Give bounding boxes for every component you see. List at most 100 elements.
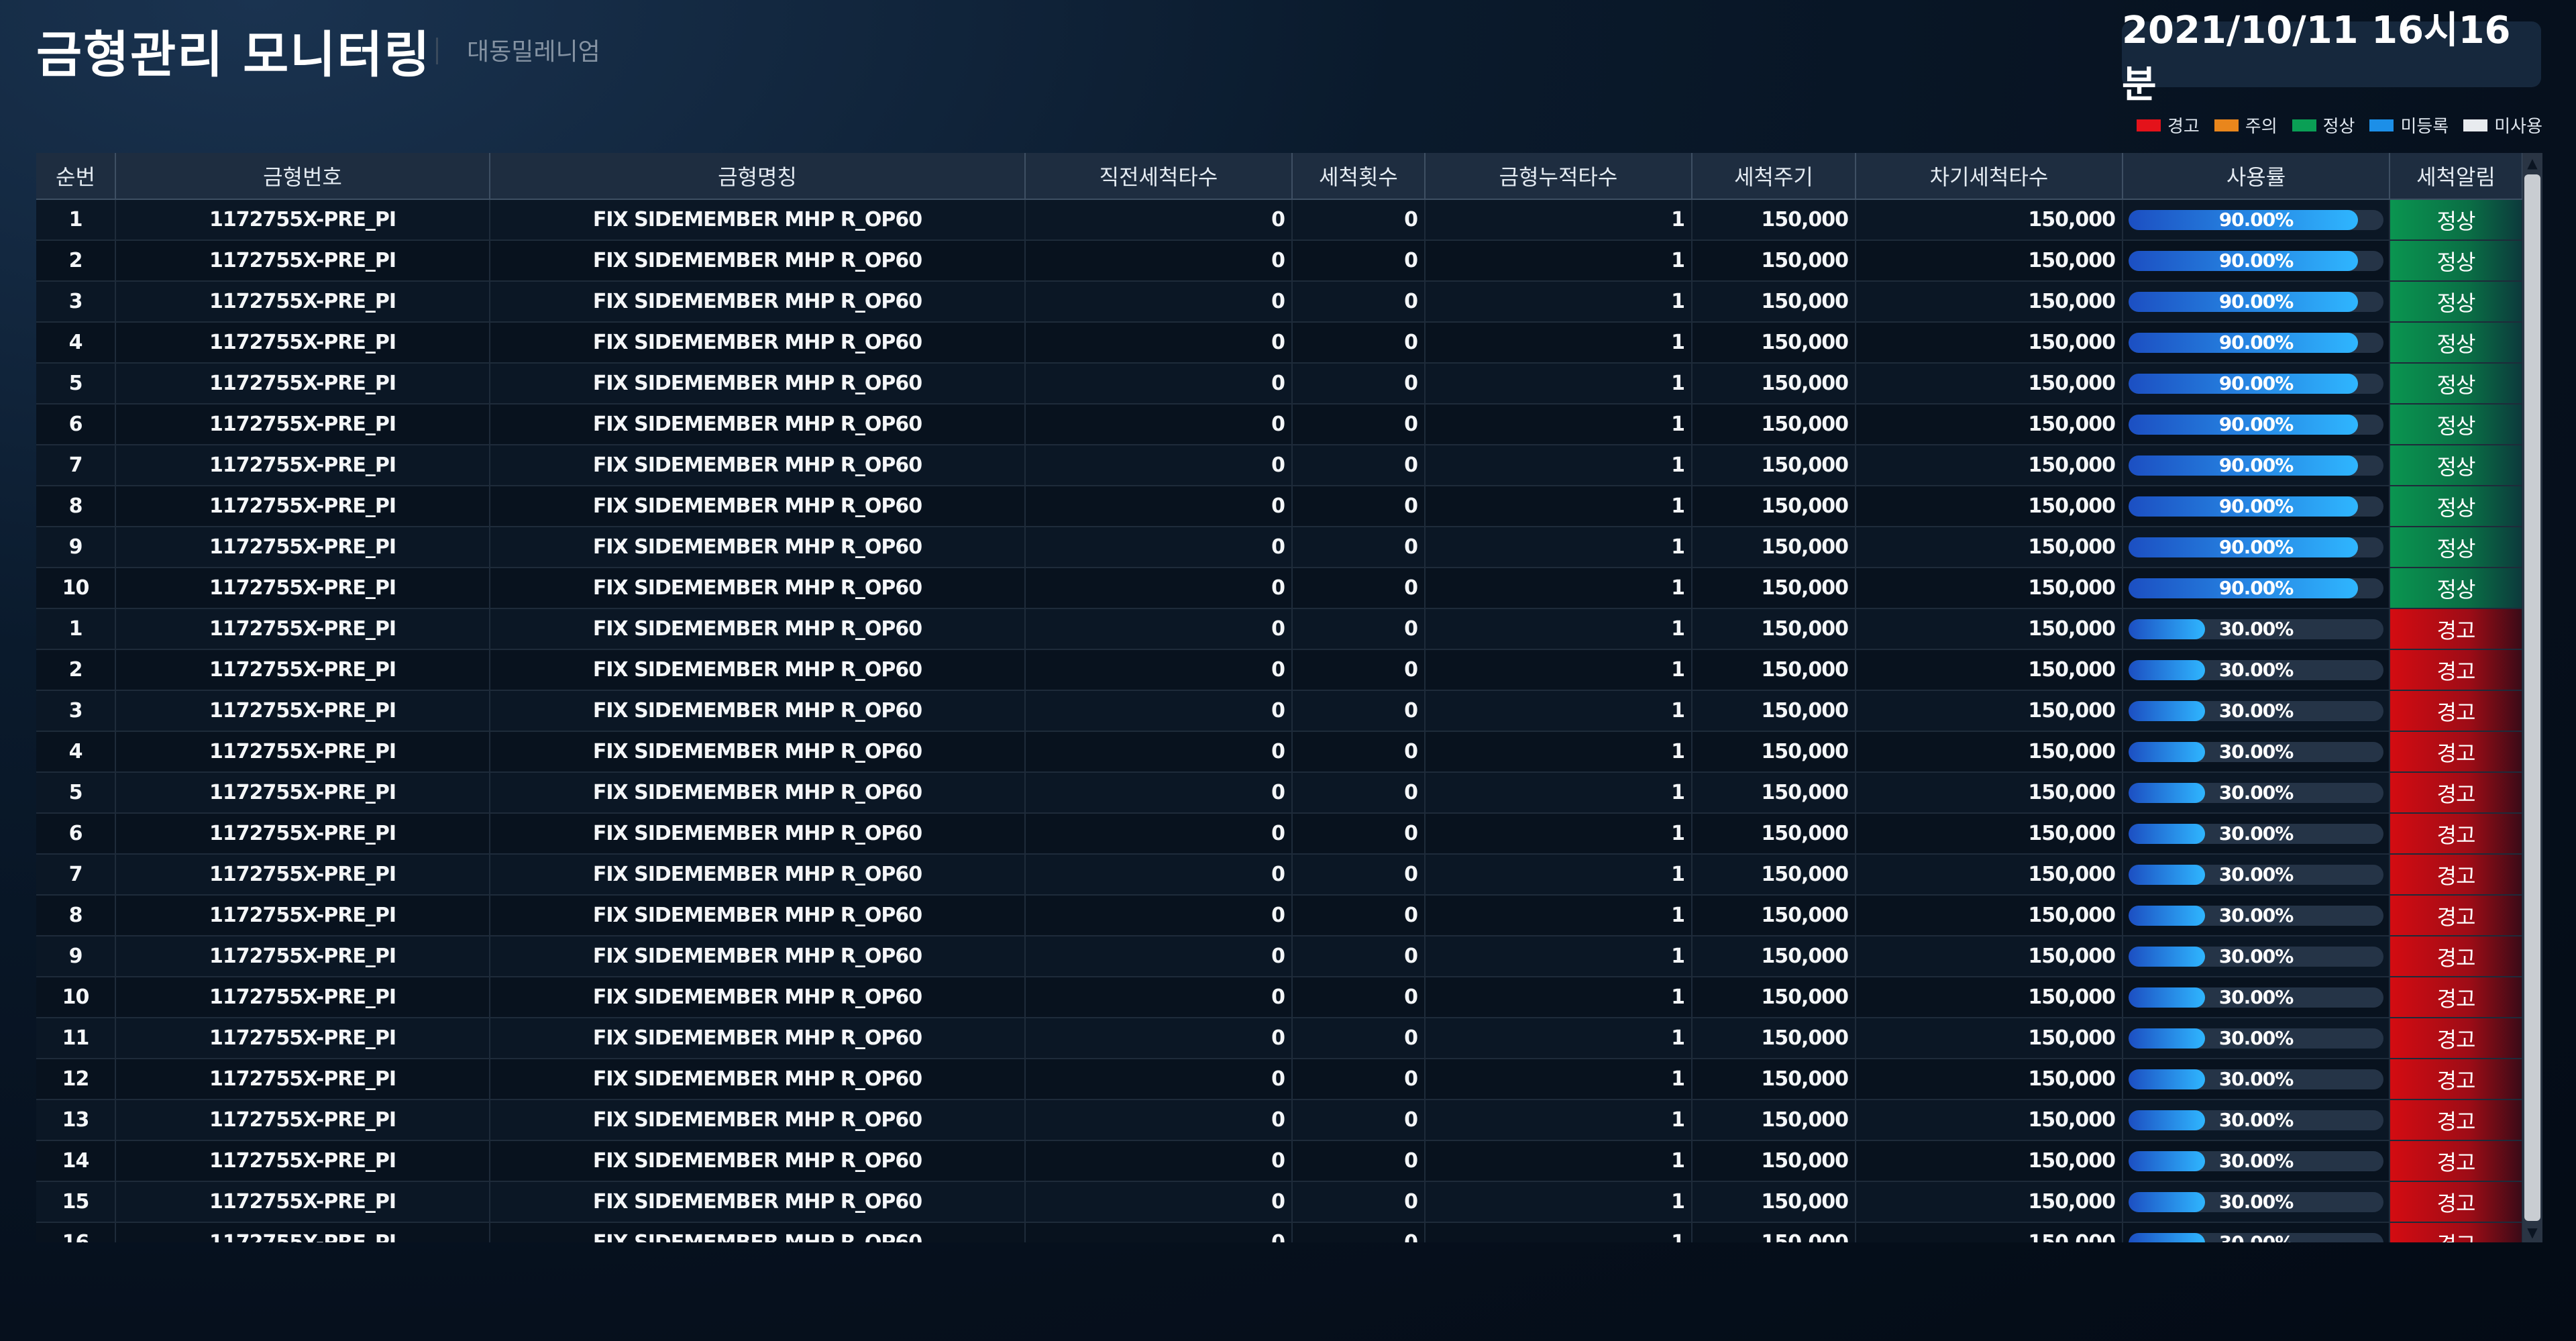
column-header[interactable]: 사용률 [2123,153,2390,200]
table-row[interactable]: 2 1172755X-PRE_PI FIX SIDEMEMBER MHP R_OP6… [36,240,2523,282]
usage-percent-label: 90.00% [2218,291,2294,312]
datetime-display: 2021/10/11 16시16분 [2122,9,2541,107]
total-shots-cell: 1 [1425,690,1693,732]
clean-cycle-cell: 150,000 [1692,404,1856,445]
column-header[interactable]: 순번 [36,153,116,200]
table-row[interactable]: 9 1172755X-PRE_PI FIX SIDEMEMBER MHP R_OP6… [36,527,2523,568]
next-clean-shots-cell: 150,000 [1856,322,2123,364]
total-shots-cell: 1 [1425,854,1693,896]
last-clean-shots-cell: 0 [1025,649,1293,691]
mold-name-cell: FIX SIDEMEMBER MHP R_OP60 [490,1222,1026,1242]
status-badge: 정상 [2390,404,2523,445]
table-row[interactable]: 1 1172755X-PRE_PI FIX SIDEMEMBER MHP R_OP6… [36,608,2523,650]
usage-progress-bar: 30.00% [2129,1069,2383,1089]
datetime-text: 2021/10/11 16시16분 [2122,9,2511,107]
clean-count-cell: 0 [1292,404,1426,445]
last-clean-shots-cell: 0 [1025,322,1293,364]
table-row[interactable]: 8 1172755X-PRE_PI FIX SIDEMEMBER MHP R_OP6… [36,486,2523,527]
title-divider [436,38,438,64]
table-row[interactable]: 3 1172755X-PRE_PI FIX SIDEMEMBER MHP R_OP6… [36,281,2523,323]
usage-progress-bar: 90.00% [2129,373,2383,394]
usage-percent-label: 90.00% [2218,414,2294,435]
table-row[interactable]: 4 1172755X-PRE_PI FIX SIDEMEMBER MHP R_OP6… [36,731,2523,773]
column-header[interactable]: 세척알림 [2390,153,2523,200]
column-header[interactable]: 세척주기 [1692,153,1856,200]
scroll-up-arrow-icon[interactable]: ▲ [2522,153,2542,173]
total-shots-cell: 1 [1425,527,1693,568]
scrollbar-thumb[interactable] [2524,174,2540,1221]
status-badge: 경고 [2390,731,2523,773]
table-row[interactable]: 2 1172755X-PRE_PI FIX SIDEMEMBER MHP R_OP6… [36,649,2523,691]
status-badge: 경고 [2390,936,2523,977]
table-row[interactable]: 14 1172755X-PRE_PI FIX SIDEMEMBER MHP R_OP… [36,1140,2523,1182]
usage-cell: 30.00% [2123,649,2390,691]
table-row[interactable]: 4 1172755X-PRE_PI FIX SIDEMEMBER MHP R_OP6… [36,322,2523,364]
mold-name-cell: FIX SIDEMEMBER MHP R_OP60 [490,649,1026,691]
usage-cell: 30.00% [2123,854,2390,896]
usage-progress-bar: 30.00% [2129,864,2383,885]
last-clean-shots-cell: 0 [1025,199,1293,241]
status-badge: 정상 [2390,199,2523,241]
column-header[interactable]: 세척횟수 [1292,153,1426,200]
clean-cycle-cell: 150,000 [1692,1018,1856,1059]
next-clean-shots-cell: 150,000 [1856,404,2123,445]
clean-cycle-cell: 150,000 [1692,895,1856,936]
column-header[interactable]: 차기세척타수 [1856,153,2123,200]
usage-progress-bar: 30.00% [2129,1232,2383,1243]
next-clean-shots-cell: 150,000 [1856,977,2123,1018]
usage-cell: 30.00% [2123,772,2390,814]
total-shots-cell: 1 [1425,281,1693,323]
mold-number-cell: 1172755X-PRE_PI [115,936,490,977]
table-row[interactable]: 15 1172755X-PRE_PI FIX SIDEMEMBER MHP R_OP… [36,1181,2523,1223]
scroll-down-arrow-icon[interactable]: ▼ [2522,1222,2542,1242]
table-row[interactable]: 10 1172755X-PRE_PI FIX SIDEMEMBER MHP R_OP… [36,568,2523,609]
table-row[interactable]: 8 1172755X-PRE_PI FIX SIDEMEMBER MHP R_OP6… [36,895,2523,936]
table-row[interactable]: 9 1172755X-PRE_PI FIX SIDEMEMBER MHP R_OP6… [36,936,2523,977]
row-number-cell: 9 [36,936,116,977]
column-header[interactable]: 직전세척타수 [1025,153,1293,200]
column-header[interactable]: 금형번호 [115,153,490,200]
usage-progress-bar: 30.00% [2129,700,2383,721]
last-clean-shots-cell: 0 [1025,895,1293,936]
mold-table-container[interactable]: 순번 금형번호 금형명칭 직전세척타수 세척횟수 금형누적타수 세척주기 차기세척타수 사용률 세… [36,153,2542,1242]
clean-cycle-cell: 150,000 [1692,608,1856,650]
last-clean-shots-cell: 0 [1025,527,1293,568]
row-number-cell: 6 [36,813,116,855]
table-row[interactable]: 5 1172755X-PRE_PI FIX SIDEMEMBER MHP R_OP6… [36,363,2523,405]
table-row[interactable]: 1 1172755X-PRE_PI FIX SIDEMEMBER MHP R_OP6… [36,199,2523,241]
mold-number-cell: 1172755X-PRE_PI [115,568,490,609]
table-row[interactable]: 6 1172755X-PRE_PI FIX SIDEMEMBER MHP R_OP6… [36,813,2523,855]
next-clean-shots-cell: 150,000 [1856,1222,2123,1242]
usage-percent-label: 30.00% [2218,905,2294,926]
usage-cell: 30.00% [2123,1018,2390,1059]
usage-percent-label: 90.00% [2218,250,2294,271]
column-header[interactable]: 금형명칭 [490,153,1026,200]
table-row[interactable]: 11 1172755X-PRE_PI FIX SIDEMEMBER MHP R_OP… [36,1018,2523,1059]
total-shots-cell: 1 [1425,322,1693,364]
table-row[interactable]: 6 1172755X-PRE_PI FIX SIDEMEMBER MHP R_OP6… [36,404,2523,445]
row-number-cell: 3 [36,281,116,323]
clean-cycle-cell: 150,000 [1692,1181,1856,1223]
usage-cell: 30.00% [2123,1222,2390,1242]
table-row[interactable]: 7 1172755X-PRE_PI FIX SIDEMEMBER MHP R_OP6… [36,445,2523,486]
usage-cell: 90.00% [2123,199,2390,241]
table-row[interactable]: 13 1172755X-PRE_PI FIX SIDEMEMBER MHP R_OP… [36,1099,2523,1141]
mold-name-cell: FIX SIDEMEMBER MHP R_OP60 [490,1018,1026,1059]
table-row[interactable]: 3 1172755X-PRE_PI FIX SIDEMEMBER MHP R_OP6… [36,690,2523,732]
mold-number-cell: 1172755X-PRE_PI [115,486,490,527]
table-row[interactable]: 161172755X-PRE_PIFIX SIDEMEMBER MHP R_OP… [36,1222,2523,1242]
next-clean-shots-cell: 150,000 [1856,608,2123,650]
column-header[interactable]: 금형누적타수 [1425,153,1693,200]
mold-name-cell: FIX SIDEMEMBER MHP R_OP60 [490,240,1026,282]
legend-label: 미등록 [2400,117,2449,137]
table-row[interactable]: 10 1172755X-PRE_PI FIX SIDEMEMBER MHP R_OP… [36,977,2523,1018]
usage-percent-label: 30.00% [2129,1233,2383,1243]
clean-count-cell: 0 [1292,363,1426,405]
mold-number-cell: 1172755X-PRE_PI [115,649,490,691]
table-row[interactable]: 7 1172755X-PRE_PI FIX SIDEMEMBER MHP R_OP6… [36,854,2523,896]
table-row[interactable]: 5 1172755X-PRE_PI FIX SIDEMEMBER MHP R_OP6… [36,772,2523,814]
status-legend: 경고 주의 정상 미등록 미사용 [2136,113,2542,138]
last-clean-shots-cell: 0 [1025,690,1293,732]
clean-count-cell: 0 [1292,690,1426,732]
table-row[interactable]: 12 1172755X-PRE_PI FIX SIDEMEMBER MHP R_OP… [36,1059,2523,1100]
